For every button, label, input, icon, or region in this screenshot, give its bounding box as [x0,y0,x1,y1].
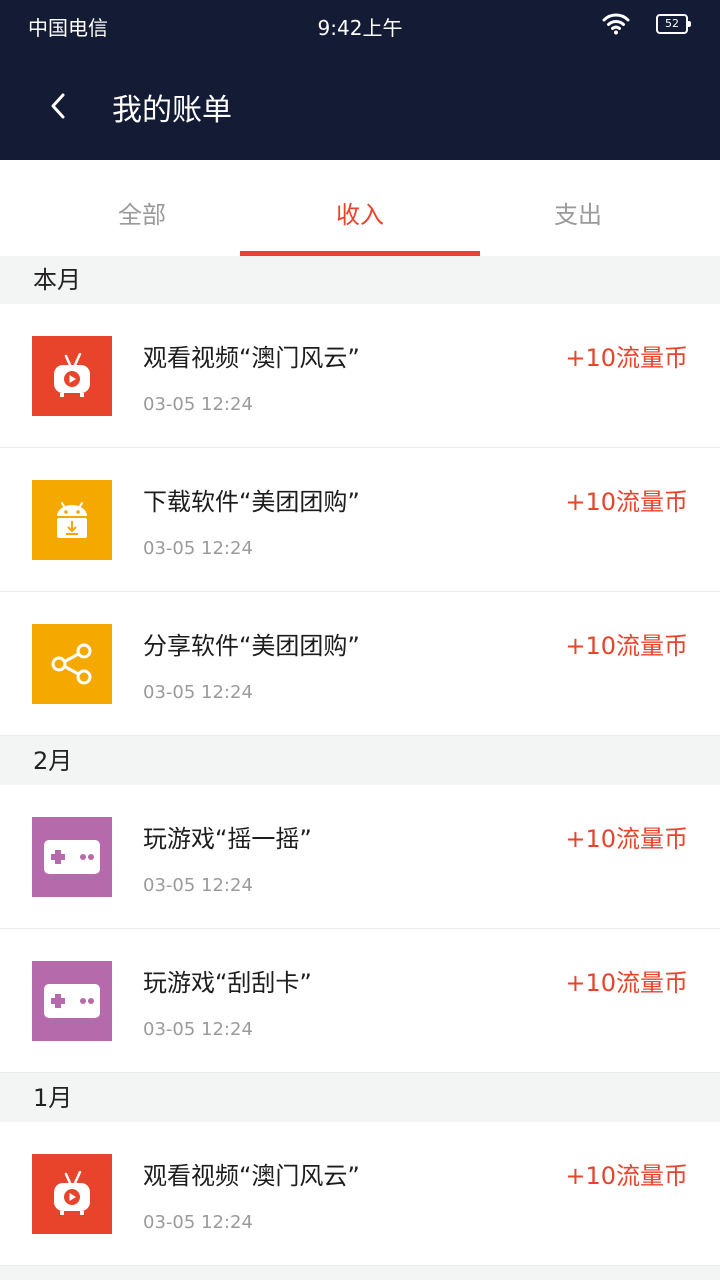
share-icon [32,624,112,704]
chevron-left-icon [51,93,65,119]
item-amount: +10流量币 [565,488,688,516]
item-date: 03-05 12:24 [143,875,253,896]
item-date: 03-05 12:24 [143,1019,253,1040]
item-title: 观看视频“澳门风云” [143,1162,360,1190]
item-amount: +10流量币 [565,825,688,853]
wifi-icon [602,13,630,35]
item-title: 玩游戏“摇一摇” [143,825,312,853]
item-date: 03-05 12:24 [143,538,253,559]
item-title: 玩游戏“刮刮卡” [143,969,312,997]
list-item[interactable]: 观看视频“澳门风云” 03-05 12:24 +10流量币 [0,304,720,448]
item-title: 分享软件“美团团购” [143,632,360,660]
item-date: 03-05 12:24 [143,1212,253,1233]
battery-icon: 52 [656,14,691,34]
gamepad-icon [32,961,112,1041]
section-header-january: 1月 [0,1074,720,1122]
item-amount: +10流量币 [565,969,688,997]
android-download-icon [32,480,112,560]
tv-icon [32,1154,112,1234]
tab-bar: 全部 收入 支出 [0,160,720,256]
item-date: 03-05 12:24 [143,394,253,415]
tab-income[interactable]: 收入 [240,160,480,256]
section-header-february: 2月 [0,737,720,785]
item-amount: +10流量币 [565,344,688,372]
tab-expense[interactable]: 支出 [458,160,698,256]
app-header: 中国电信 9:42上午 52 我的账单 [0,0,720,160]
list-item[interactable]: 分享软件“美团团购” 03-05 12:24 +10流量币 [0,592,720,736]
list-item[interactable]: 玩游戏“摇一摇” 03-05 12:24 +10流量币 [0,785,720,929]
list-item[interactable]: 下载软件“美团团购” 03-05 12:24 +10流量币 [0,448,720,592]
page-title: 我的账单 [112,93,232,128]
battery-level: 52 [665,17,679,30]
gamepad-icon [32,817,112,897]
item-title: 下载软件“美团团购” [143,488,360,516]
back-button[interactable] [36,84,80,128]
list-item[interactable]: 玩游戏“刮刮卡” 03-05 12:24 +10流量币 [0,929,720,1073]
item-amount: +10流量币 [565,1162,688,1190]
list-item[interactable]: 观看视频“澳门风云” 03-05 12:24 +10流量币 [0,1122,720,1266]
item-title: 观看视频“澳门风云” [143,344,360,372]
item-date: 03-05 12:24 [143,682,253,703]
item-amount: +10流量币 [565,632,688,660]
tab-all[interactable]: 全部 [22,160,262,256]
tv-icon [32,336,112,416]
section-header-this-month: 本月 [0,256,720,304]
